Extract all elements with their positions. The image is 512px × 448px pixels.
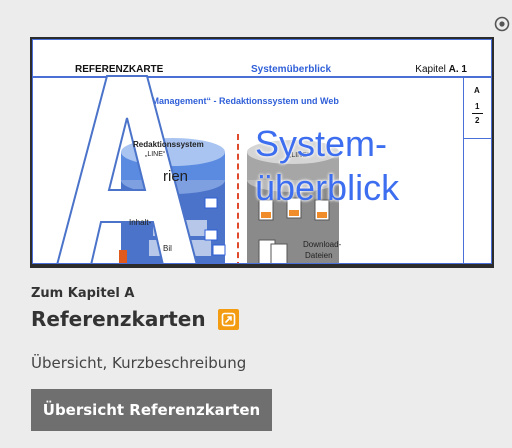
external-link-icon[interactable] [217, 308, 239, 330]
sheet-title-overlay: System- überblick [255, 123, 400, 208]
chapter-link[interactable]: Zum Kapitel A [31, 286, 134, 301]
diagram-label: Bil [163, 244, 172, 253]
diagram-label: Redaktionssystem [133, 140, 204, 149]
diagram-label: Download- [303, 240, 342, 249]
radio-circle-icon [494, 16, 510, 32]
reference-card-thumbnail[interactable]: REFERENZKARTE Systemüberblick Kapitel A.… [30, 37, 494, 268]
overview-button[interactable]: Übersicht Referenzkarten [31, 389, 272, 431]
diagram-label: Dateien [305, 251, 333, 260]
card-title-text[interactable]: Referenzkarten [31, 307, 206, 331]
reference-sheet: REFERENZKARTE Systemüberblick Kapitel A.… [32, 39, 492, 264]
card-description: Übersicht, Kurzbeschreibung [31, 354, 247, 372]
diagram-label: Inhalt- [129, 218, 152, 227]
sheet-divider [237, 134, 239, 263]
diagram-label: „LINE“ [145, 151, 166, 158]
card-title: Referenzkarten [31, 307, 239, 331]
diagram-label: rien [163, 168, 189, 185]
